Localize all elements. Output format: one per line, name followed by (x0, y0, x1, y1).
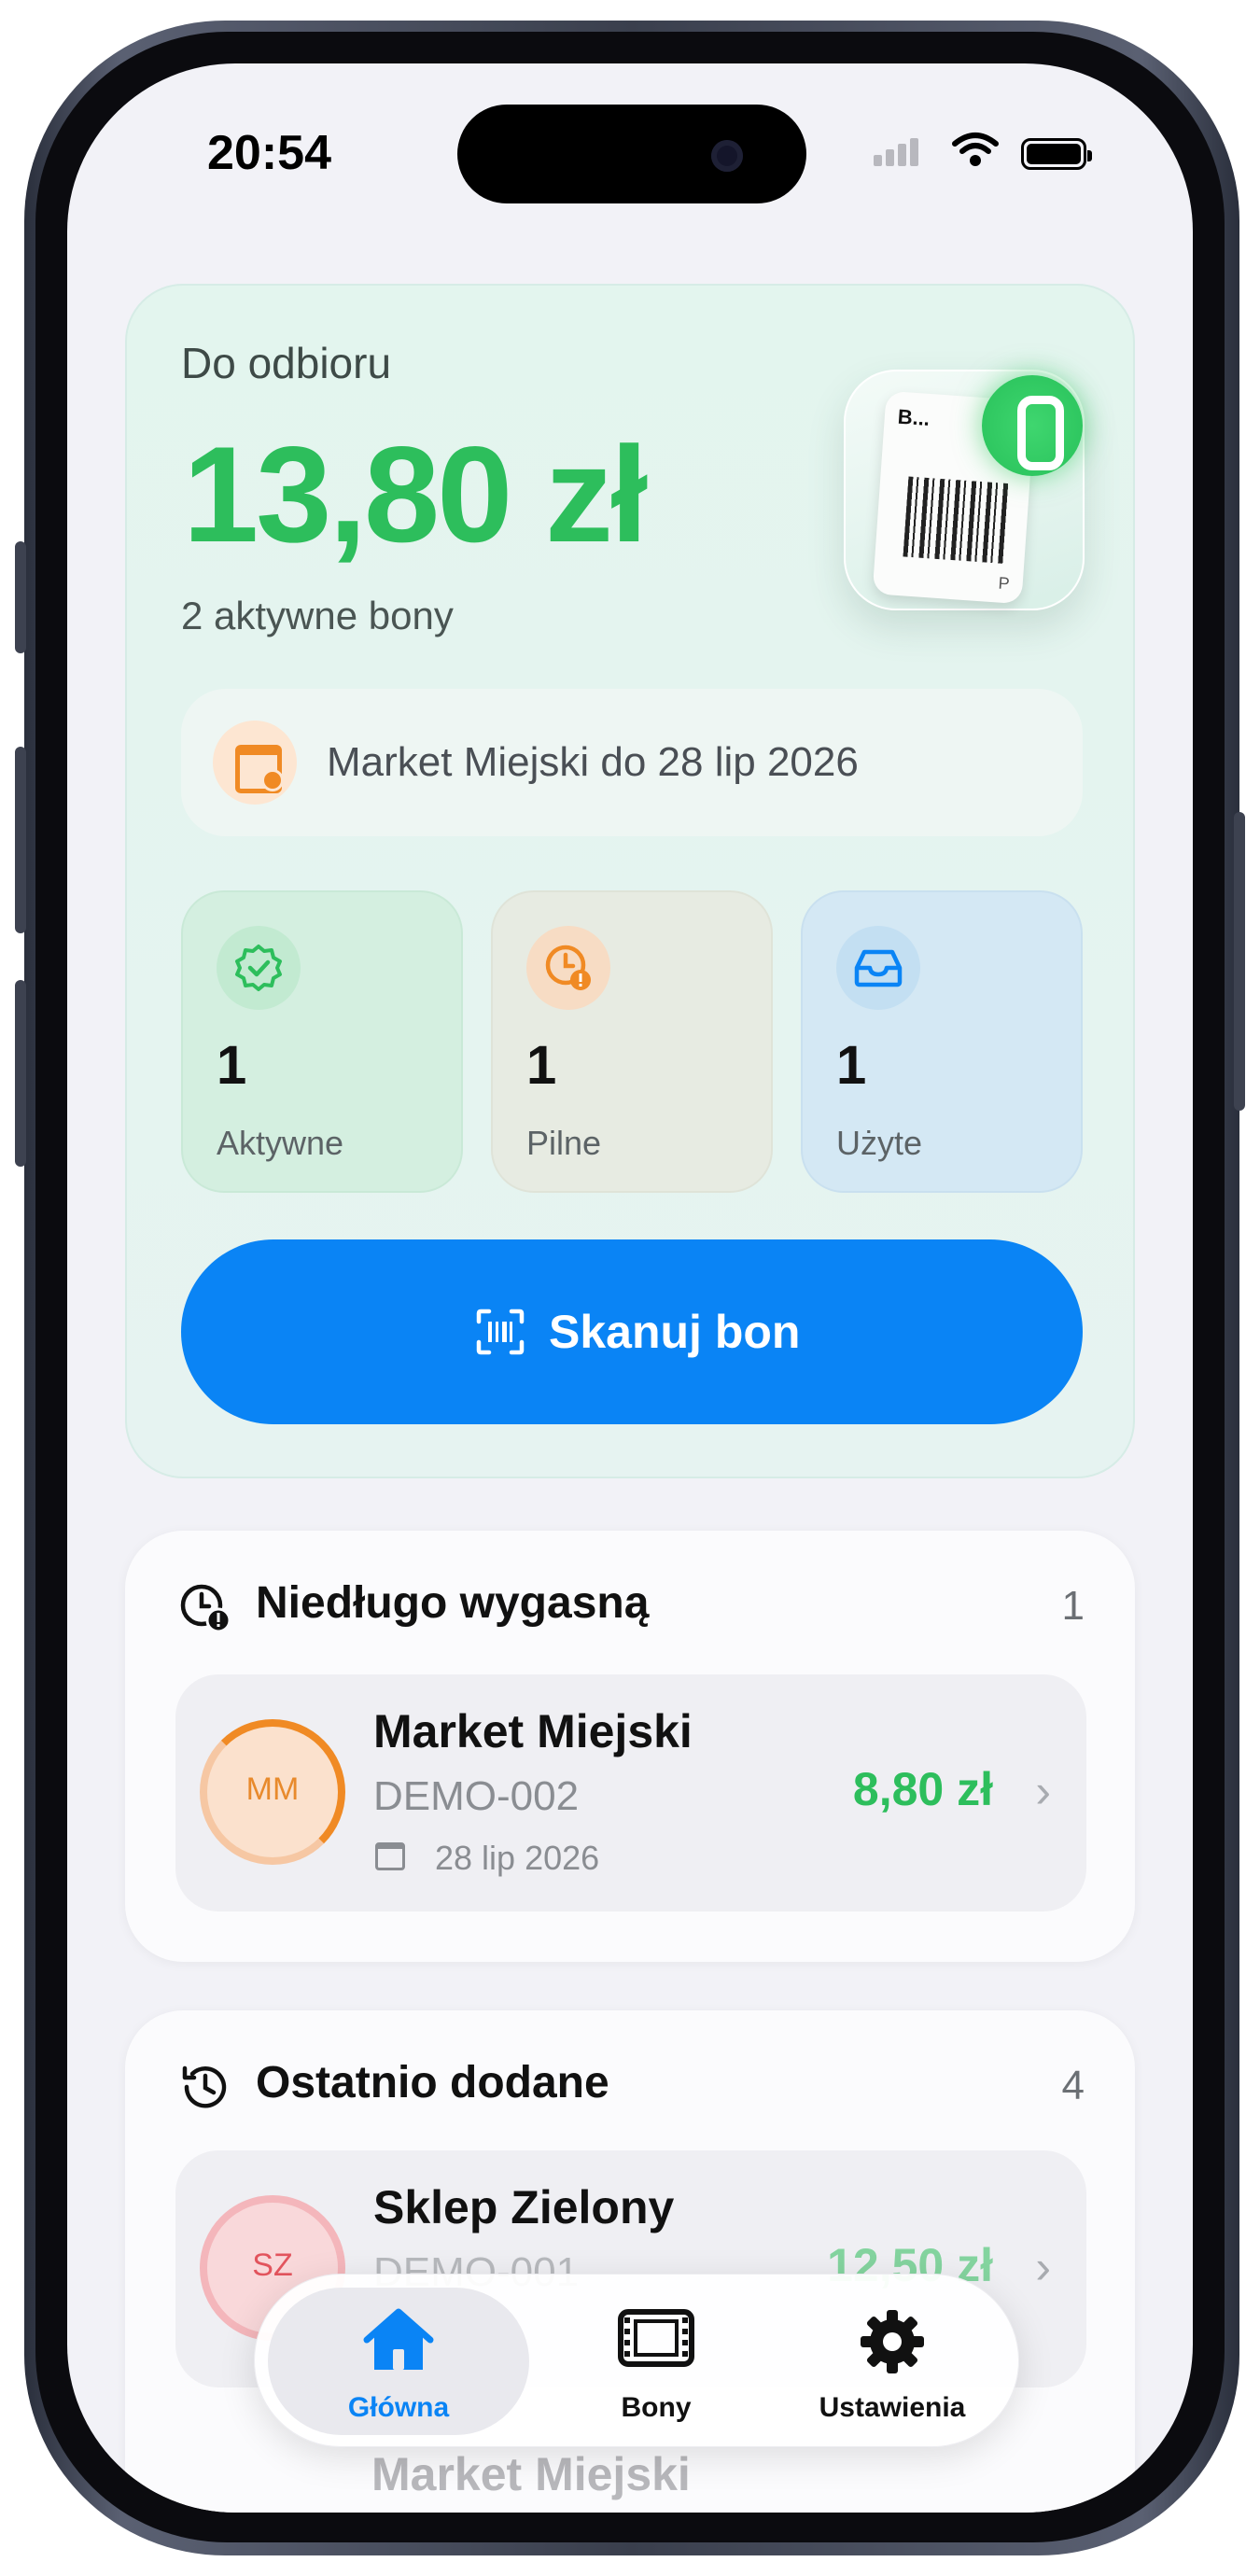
status-time: 20:54 (207, 126, 331, 180)
clock-alert-icon (180, 1584, 231, 1633)
chevron-right-icon: › (1035, 1765, 1051, 1817)
stat-urgent-value: 1 (526, 1035, 557, 1096)
chevron-right-icon: › (1035, 2241, 1051, 2293)
tab-settings-label: Ustawienia (819, 2392, 966, 2423)
expiring-count: 1 (1061, 1583, 1085, 1629)
ticket-title: B... (897, 404, 931, 430)
recent-count: 4 (1061, 2063, 1085, 2108)
summary-amount: 13,80 zł (183, 418, 648, 570)
stat-urgent-label: Pilne (526, 1124, 602, 1162)
next-expiry-pill[interactable]: Market Miejski do 28 lip 2026 (181, 689, 1083, 836)
voucher-code: DEMO-002 (373, 1773, 580, 1819)
calendar-clock-icon (213, 721, 297, 805)
gear-icon (861, 2310, 924, 2373)
scan-voucher-label: Skanuj bon (549, 1306, 801, 1358)
wifi-icon (952, 133, 999, 166)
next-expiry-text: Market Miejski do 28 lip 2026 (327, 739, 859, 785)
barcode-scan-icon (476, 1309, 525, 1355)
volume-down-button (15, 980, 26, 1167)
tab-home[interactable]: Główna (268, 2275, 529, 2448)
cellular-signal-icon (874, 138, 922, 166)
film-ticket-icon (618, 2309, 694, 2367)
voucher-row[interactable]: MM Market Miejski DEMO-002 28 lip 2026 8… (175, 1674, 1086, 1911)
stat-used[interactable]: 1 Użyte (801, 890, 1083, 1193)
expiring-title: Niedługo wygasną (256, 1578, 650, 1628)
tab-vouchers[interactable]: Bony (535, 2275, 777, 2448)
verified-badge-icon (217, 926, 301, 1010)
store-name: Market Miejski (373, 1705, 693, 1757)
receipt-barcode-icon: B... P (844, 370, 1085, 610)
badge-icon (982, 375, 1083, 476)
calendar-icon (375, 1842, 405, 1870)
expiring-section: Niedługo wygasną 1 MM Market Miejski DEM… (125, 1531, 1135, 1962)
front-camera (711, 140, 743, 172)
store-name: Sklep Zielony (373, 2181, 675, 2233)
stat-urgent[interactable]: 1 Pilne (491, 890, 773, 1193)
house-icon (363, 2308, 434, 2370)
tab-bar: Główna Bony Ustawienia (254, 2274, 1019, 2447)
stat-active-value: 1 (217, 1035, 247, 1096)
avatar-initials: MM (245, 1771, 300, 1807)
clock-alert-icon (526, 926, 610, 1010)
dynamic-island (457, 105, 806, 203)
summary-card: Do odbioru 13,80 zł 2 aktywne bony B... … (125, 284, 1135, 1478)
recent-title: Ostatnio dodane (256, 2058, 609, 2107)
scan-voucher-button[interactable]: Skanuj bon (181, 1239, 1083, 1424)
side-button (1234, 812, 1245, 1111)
tab-home-label: Główna (347, 2392, 450, 2423)
voucher-amount: 8,80 zł (852, 1763, 993, 1815)
status-bar: 20:54 (67, 63, 1193, 250)
inbox-tray-icon (836, 926, 920, 1010)
barcode-icon (903, 476, 1012, 565)
tab-settings[interactable]: Ustawienia (777, 2275, 1007, 2448)
action-button (15, 541, 26, 653)
ticket-letter: P (998, 573, 1011, 594)
volume-up-button (15, 747, 26, 933)
avatar: MM (200, 1719, 345, 1865)
active-count: 2 aktywne bony (181, 594, 454, 637)
stat-active[interactable]: 1 Aktywne (181, 890, 463, 1193)
summary-label: Do odbioru (181, 339, 392, 387)
tab-vouchers-label: Bony (621, 2392, 692, 2423)
stat-used-value: 1 (836, 1035, 867, 1096)
screen: 20:54 Do odbioru 13,80 zł 2 aktywne bony… (67, 63, 1193, 2513)
battery-icon (1021, 138, 1092, 170)
expiry-date: 28 lip 2026 (435, 1839, 600, 1877)
history-icon (182, 2065, 227, 2108)
store-name: Market Miejski (371, 2448, 691, 2500)
stat-active-label: Aktywne (217, 1124, 344, 1162)
stat-used-label: Użyte (836, 1124, 923, 1162)
